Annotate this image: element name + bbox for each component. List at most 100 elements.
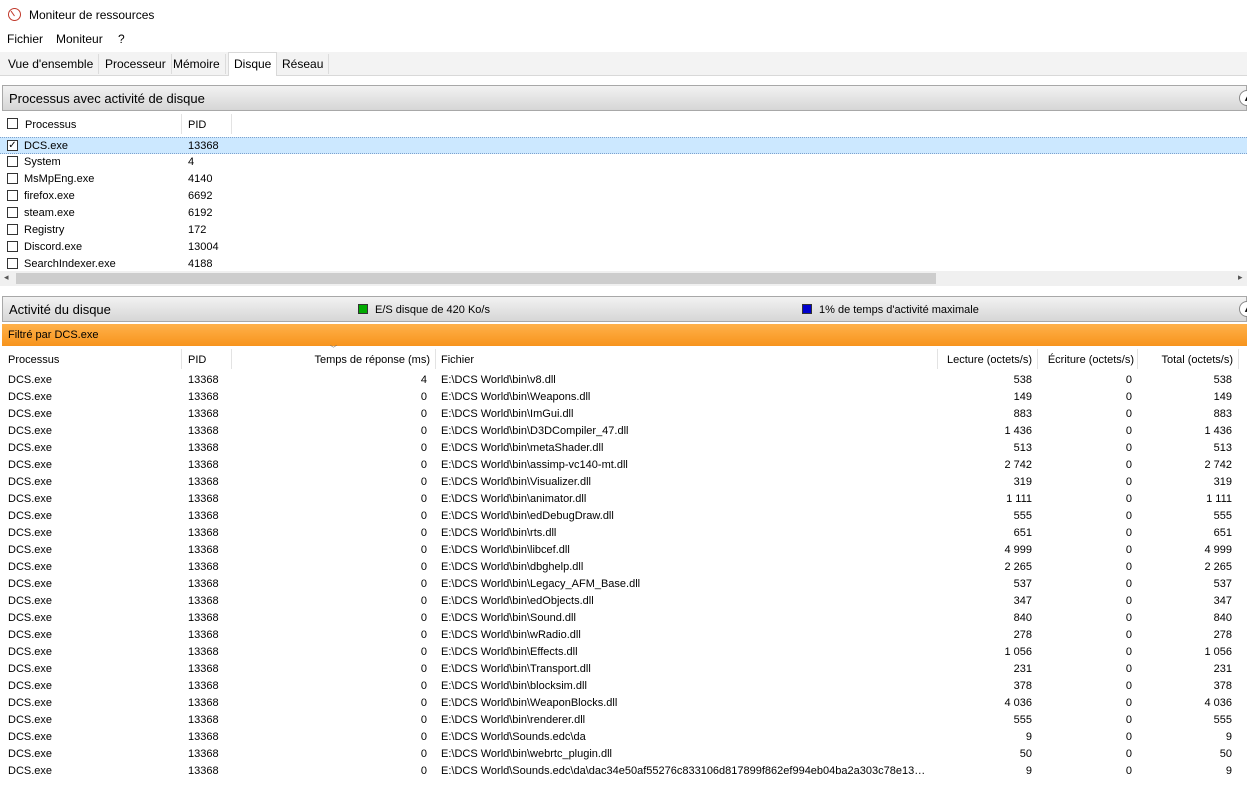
scroll-right-icon[interactable]: ▸ (1238, 272, 1243, 283)
process-row[interactable]: Registry 172 (0, 222, 1247, 239)
activity-total: 231 (1213, 663, 1232, 675)
column-header-write[interactable]: Écriture (octets/s) (1040, 354, 1134, 366)
process-row[interactable]: System 4 (0, 154, 1247, 171)
process-checkbox[interactable] (7, 173, 18, 184)
activity-read: 4 036 (1004, 697, 1032, 709)
activity-row[interactable]: DCS.exe 13368 0 E:\DCS World\bin\libcef.dll… (0, 542, 1247, 559)
menu-moniteur[interactable]: Moniteur (56, 32, 103, 46)
column-divider[interactable] (1238, 349, 1239, 369)
column-header-read[interactable]: Lecture (octets/s) (940, 354, 1032, 366)
tab-disk[interactable]: Disque (228, 52, 278, 76)
column-divider[interactable] (1137, 349, 1138, 369)
column-divider[interactable] (231, 349, 232, 369)
process-pid: 6192 (188, 207, 213, 219)
activity-row[interactable]: DCS.exe 13368 0 E:\DCS World\bin\Legacy_AFM… (0, 576, 1247, 593)
resource-monitor-icon (8, 8, 21, 21)
column-header-response-time[interactable]: Temps de réponse (ms) (236, 354, 430, 366)
activity-read: 347 (1013, 595, 1032, 607)
activity-response-time: 0 (420, 544, 427, 556)
activity-row[interactable]: DCS.exe 13368 0 E:\DCS World\Sounds.edc\da 9… (0, 729, 1247, 746)
activity-row[interactable]: DCS.exe 13368 0 E:\DCS World\bin\edDebugDra… (0, 508, 1247, 525)
activity-response-time: 0 (420, 680, 427, 692)
process-name: MsMpEng.exe (24, 173, 95, 185)
column-divider[interactable] (181, 349, 182, 369)
activity-write: 0 (1125, 697, 1132, 709)
activity-row[interactable]: DCS.exe 13368 0 E:\DCS World\bin\animator.d… (0, 491, 1247, 508)
activity-row[interactable]: DCS.exe 13368 0 E:\DCS World\bin\webrtc_plu… (0, 746, 1247, 763)
tab-network[interactable]: Réseau (277, 54, 330, 74)
window-title: Moniteur de ressources (29, 8, 155, 22)
activity-write: 0 (1125, 459, 1132, 471)
process-row[interactable]: Discord.exe 13004 (0, 239, 1247, 256)
activity-row[interactable]: DCS.exe 13368 0 E:\DCS World\bin\ImGui.dll 8… (0, 406, 1247, 423)
process-checkbox[interactable] (7, 207, 18, 218)
activity-row[interactable]: DCS.exe 13368 0 E:\DCS World\bin\rts.dll 651… (0, 525, 1247, 542)
column-divider[interactable] (937, 349, 938, 369)
activity-write: 0 (1125, 374, 1132, 386)
activity-read: 1 111 (1006, 493, 1032, 505)
collapse-icon[interactable]: ▴ (1239, 90, 1247, 106)
column-header-pid[interactable]: PID (188, 119, 206, 131)
activity-row[interactable]: DCS.exe 13368 0 E:\DCS World\bin\blocksim.d… (0, 678, 1247, 695)
activity-pid: 13368 (188, 561, 219, 573)
activity-pid: 13368 (188, 425, 219, 437)
column-header-pid[interactable]: PID (188, 354, 206, 366)
activity-write: 0 (1125, 612, 1132, 624)
process-row[interactable]: steam.exe 6192 (0, 205, 1247, 222)
activity-row[interactable]: DCS.exe 13368 0 E:\DCS World\bin\Effects.dl… (0, 644, 1247, 661)
activity-read: 149 (1013, 391, 1032, 403)
activity-total: 9 (1225, 765, 1232, 777)
processes-section-header[interactable]: Processus avec activité de disque ▴ (2, 85, 1247, 111)
activity-row[interactable]: DCS.exe 13368 0 E:\DCS World\Sounds.edc\da\… (0, 763, 1247, 780)
activity-process: DCS.exe (8, 476, 53, 488)
activity-section-header[interactable]: Activité du disque E/S disque de 420 Ko/… (2, 296, 1247, 322)
process-checkbox[interactable] (7, 224, 18, 235)
column-divider[interactable] (1037, 349, 1038, 369)
scroll-left-icon[interactable]: ◂ (4, 272, 9, 283)
column-divider[interactable] (181, 114, 182, 134)
activity-row[interactable]: DCS.exe 13368 0 E:\DCS World\bin\assimp-vc1… (0, 457, 1247, 474)
activity-write: 0 (1125, 748, 1132, 760)
column-header-process[interactable]: Processus (25, 119, 76, 131)
activity-row[interactable]: DCS.exe 13368 0 E:\DCS World\bin\metaShader… (0, 440, 1247, 457)
activity-row[interactable]: DCS.exe 13368 0 E:\DCS World\bin\Sound.dll 8… (0, 610, 1247, 627)
tab-overview[interactable]: Vue d'ensemble (3, 54, 100, 74)
processes-section-title: Processus avec activité de disque (9, 91, 205, 106)
activity-read: 9 (1025, 765, 1032, 777)
process-checkbox[interactable]: ✓ (7, 140, 18, 151)
activity-row[interactable]: DCS.exe 13368 0 E:\DCS World\bin\renderer.d… (0, 712, 1247, 729)
column-header-file[interactable]: Fichier (441, 354, 474, 366)
activity-row[interactable]: DCS.exe 13368 0 E:\DCS World\bin\dbghelp.dl… (0, 559, 1247, 576)
process-row[interactable]: ✓ DCS.exe 13368 (0, 137, 1247, 154)
activity-process: DCS.exe (8, 527, 53, 539)
activity-write: 0 (1125, 476, 1132, 488)
column-divider[interactable] (435, 349, 436, 369)
process-checkbox[interactable] (7, 258, 18, 269)
collapse-icon[interactable]: ▴ (1239, 301, 1247, 317)
column-divider[interactable] (231, 114, 232, 134)
process-row[interactable]: MsMpEng.exe 4140 (0, 171, 1247, 188)
activity-row[interactable]: DCS.exe 13368 0 E:\DCS World\bin\Weapons.dl… (0, 389, 1247, 406)
menu-fichier[interactable]: Fichier (7, 32, 43, 46)
process-name: DCS.exe (24, 140, 69, 152)
scrollbar-thumb[interactable] (16, 273, 936, 284)
activity-row[interactable]: DCS.exe 13368 0 E:\DCS World\bin\Transport.… (0, 661, 1247, 678)
activity-row[interactable]: DCS.exe 13368 0 E:\DCS World\bin\WeaponBloc… (0, 695, 1247, 712)
process-checkbox[interactable] (7, 190, 18, 201)
process-checkbox[interactable] (7, 241, 18, 252)
select-all-checkbox[interactable] (7, 118, 18, 129)
menu-help[interactable]: ? (118, 32, 125, 46)
horizontal-scrollbar[interactable]: ◂ ▸ (0, 271, 1247, 286)
activity-row[interactable]: DCS.exe 13368 0 E:\DCS World\bin\Visualizer… (0, 474, 1247, 491)
activity-row[interactable]: DCS.exe 13368 0 E:\DCS World\bin\edObjects.… (0, 593, 1247, 610)
column-header-process[interactable]: Processus (8, 354, 59, 366)
process-row[interactable]: firefox.exe 6692 (0, 188, 1247, 205)
activity-row[interactable]: DCS.exe 13368 4 E:\DCS World\bin\v8.dll 538 0… (0, 372, 1247, 389)
tab-processor[interactable]: Processeur (100, 54, 172, 74)
activity-row[interactable]: DCS.exe 13368 0 E:\DCS World\bin\wRadio.dll… (0, 627, 1247, 644)
activity-row[interactable]: DCS.exe 13368 0 E:\DCS World\bin\D3DCompile… (0, 423, 1247, 440)
column-header-total[interactable]: Total (octets/s) (1140, 354, 1233, 366)
process-checkbox[interactable] (7, 156, 18, 167)
activity-process: DCS.exe (8, 714, 53, 726)
tab-memory[interactable]: Mémoire (168, 54, 226, 74)
